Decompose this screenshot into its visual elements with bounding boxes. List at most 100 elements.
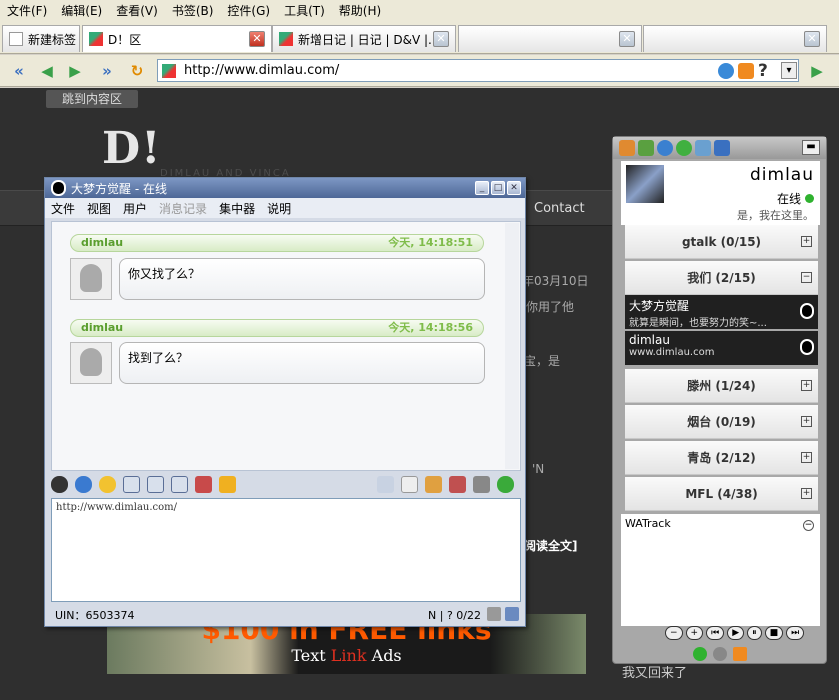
menu-edit[interactable]: 编辑(E): [54, 2, 109, 19]
favicon-icon: [89, 32, 103, 46]
underline-icon[interactable]: [171, 475, 188, 493]
qq-penguin-icon: [51, 180, 66, 196]
info-icon[interactable]: [75, 475, 92, 493]
save-icon[interactable]: [473, 475, 490, 493]
contact-list-panel: ▬ dimlau 在线 是，我在这里。 gtalk (0/15) + 我们 (2/…: [612, 136, 827, 664]
site-logo: D!: [102, 123, 162, 174]
emoticon-icon[interactable]: [99, 475, 116, 493]
fast-forward-icon[interactable]: »: [96, 60, 118, 82]
collapse-icon[interactable]: −: [803, 520, 814, 531]
read-more-link[interactable]: 阅读全文]: [524, 537, 578, 554]
chat-menu-help[interactable]: 说明: [261, 200, 297, 217]
tab-empty-2[interactable]: ✕: [643, 25, 827, 52]
volume-up-button[interactable]: +: [685, 626, 704, 640]
chat-menu: 文件 视图 用户 消息记录 集中器 说明: [45, 198, 525, 218]
next-track-button[interactable]: ⏭: [786, 626, 805, 640]
quote-icon[interactable]: [449, 475, 466, 493]
chat-titlebar[interactable]: 大梦方觉醒 - 在线 _ □ ✕: [45, 178, 525, 198]
sound-icon[interactable]: [487, 607, 501, 621]
tab-label: D！区: [108, 32, 142, 47]
nav-contact[interactable]: Contact: [534, 201, 585, 216]
online-status-icon[interactable]: [693, 647, 707, 661]
conversation-scrollbar[interactable]: [505, 223, 519, 469]
bold-icon[interactable]: [123, 475, 140, 493]
send-icon[interactable]: [497, 475, 514, 493]
address-bar[interactable]: http://www.dimlau.com/: [157, 59, 799, 82]
skip-link[interactable]: 跳到内容区: [46, 90, 139, 108]
close-tab-icon[interactable]: ✕: [249, 31, 265, 47]
chat-menu-file[interactable]: 文件: [45, 200, 81, 217]
contact-row[interactable]: dimlau www.dimlau.com: [625, 331, 818, 365]
rewind-icon[interactable]: «: [8, 60, 30, 82]
tab-dimlau[interactable]: D！区 ✕: [82, 25, 272, 52]
menu-file[interactable]: 文件(F): [0, 2, 54, 19]
menu-tools[interactable]: 工具(T): [277, 2, 332, 19]
menu-view[interactable]: 查看(V): [109, 2, 165, 19]
avatar: [70, 342, 112, 384]
history-icon[interactable]: [401, 475, 418, 493]
group-tengzhou[interactable]: 滕州 (1/24) +: [625, 369, 818, 403]
window-icon[interactable]: [377, 475, 394, 493]
forward-icon[interactable]: ▶: [64, 60, 86, 82]
globe-icon[interactable]: [657, 140, 673, 156]
close-tab-icon[interactable]: ✕: [433, 31, 449, 47]
tab-diary[interactable]: 新增日记 | 日记 | D&V |... ✕: [272, 25, 456, 52]
menu-bookmarks[interactable]: 书签(B): [165, 2, 221, 19]
file-icon[interactable]: [425, 475, 442, 493]
volume-down-button[interactable]: −: [665, 626, 683, 640]
resize-grip-icon[interactable]: [505, 607, 519, 621]
minimize-icon[interactable]: ▬: [802, 140, 820, 155]
tab-empty-1[interactable]: ✕: [458, 25, 642, 52]
go-icon[interactable]: ▶: [806, 60, 828, 82]
close-tab-icon[interactable]: ✕: [619, 31, 635, 47]
close-icon[interactable]: ✕: [507, 181, 521, 195]
chat-menu-hub[interactable]: 集中器: [213, 200, 261, 217]
italic-icon[interactable]: [147, 475, 164, 493]
minimize-icon[interactable]: _: [475, 181, 489, 195]
message-bubble: 你又找了么？: [119, 258, 485, 300]
previous-track-button[interactable]: ⏮: [706, 626, 725, 640]
tools-icon[interactable]: [714, 140, 730, 156]
close-tab-icon[interactable]: ✕: [804, 31, 820, 47]
settings-icon[interactable]: [718, 63, 734, 79]
menu-help[interactable]: 帮助(H): [332, 2, 388, 19]
group-yantai[interactable]: 烟台 (0/19) +: [625, 405, 818, 439]
qq-penguin-icon[interactable]: [51, 475, 68, 493]
panel-statusbar: [693, 647, 747, 661]
rss-icon[interactable]: [733, 647, 747, 661]
contacts-icon[interactable]: [638, 140, 654, 156]
back-icon[interactable]: ◀: [36, 60, 58, 82]
group-mfl[interactable]: MFL (4/38) +: [625, 477, 818, 511]
profile-status[interactable]: 在线: [777, 190, 814, 207]
chat-menu-user[interactable]: 用户: [117, 200, 153, 217]
avatar[interactable]: [626, 165, 664, 203]
nudge-icon[interactable]: [219, 475, 236, 493]
rss-icon[interactable]: [738, 63, 754, 79]
chat-menu-view[interactable]: 视图: [81, 200, 117, 217]
users-icon[interactable]: [695, 140, 711, 156]
message-time: 今天, 14:18:56: [388, 321, 473, 334]
status-icon[interactable]: [619, 140, 635, 156]
help-icon[interactable]: ?: [758, 61, 768, 81]
icq-icon[interactable]: [676, 140, 692, 156]
contact-row[interactable]: 大梦方觉醒 就算是瞬间，也要努力的笑~...: [625, 295, 818, 329]
group-us[interactable]: 我们 (2/15) −: [625, 261, 818, 295]
maximize-icon[interactable]: □: [491, 181, 505, 195]
pause-button[interactable]: ⏸: [747, 626, 762, 640]
group-qingdao[interactable]: 青岛 (2/12) +: [625, 441, 818, 475]
stop-button[interactable]: ■: [764, 626, 784, 640]
chat-statusbar: UIN：6503374 N | ? 0/22: [51, 606, 521, 624]
color-icon[interactable]: [195, 475, 212, 493]
dropdown-icon[interactable]: ▾: [781, 62, 797, 79]
play-button[interactable]: ▶: [727, 626, 745, 640]
user-icon[interactable]: [713, 647, 727, 661]
navigation-bar: « ◀ ▶ » ↻ http://www.dimlau.com/ ? ▾ ▶: [0, 55, 839, 87]
expand-icon: +: [801, 416, 812, 427]
chat-menu-history[interactable]: 消息记录: [153, 200, 213, 217]
refresh-icon[interactable]: ↻: [126, 60, 148, 82]
message-input[interactable]: http://www.dimlau.com/: [51, 498, 521, 602]
profile-name: dimlau: [750, 165, 814, 185]
group-gtalk[interactable]: gtalk (0/15) +: [625, 225, 818, 259]
tab-new[interactable]: 新建标签: [2, 25, 80, 52]
menu-controls[interactable]: 控件(G): [220, 2, 277, 19]
